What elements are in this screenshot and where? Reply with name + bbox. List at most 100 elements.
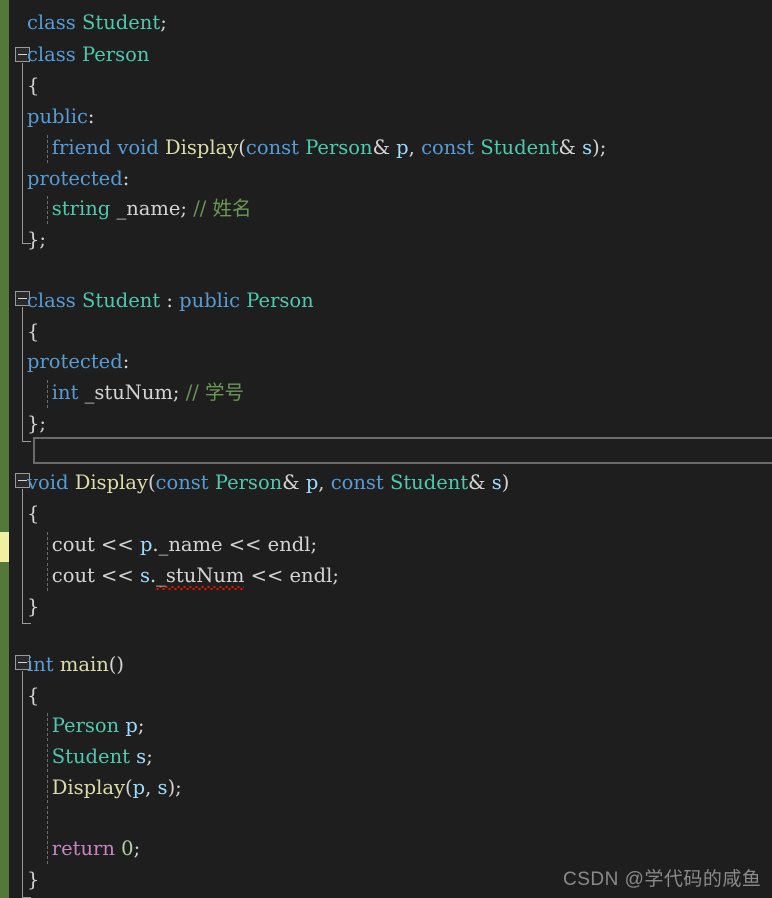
code-token: ( [147,471,156,494]
code-line[interactable]: Display(p, s); [0,773,772,804]
code-line[interactable]: void Display(const Person& p, const Stud… [0,468,772,499]
code-token: public [179,289,241,312]
code-token: Person [51,714,120,737]
code-line[interactable]: { [0,499,772,530]
code-token: Student [82,11,161,34]
code-token: protected [27,167,123,190]
code-token: << [94,564,140,587]
code-line[interactable]: string _name; // 姓名 [0,194,772,225]
code-token: Student [389,471,469,494]
empty-line-outline-box[interactable] [33,437,772,464]
code-token: << [244,564,290,587]
code-line[interactable]: }; [0,225,772,256]
code-line[interactable]: { [0,71,772,102]
code-token: : [122,350,130,373]
code-line[interactable]: int _stuNum; // 学号 [0,378,772,409]
code-token: }; [27,228,46,251]
code-token: ) [592,136,600,159]
code-token: ) [501,471,510,494]
code-token: int [51,381,79,404]
code-token: const [245,136,299,159]
code-token: () [108,653,124,676]
code-token: p [305,471,319,494]
code-token: } [27,595,40,618]
code-token: , [318,471,331,494]
code-token: } [27,868,40,891]
indent-guide [47,563,49,591]
indent-guide [47,806,49,834]
code-token: ; [172,381,186,404]
code-line[interactable]: protected: [0,347,772,378]
code-line[interactable]: cout << p._name << endl; [0,530,772,561]
code-token: s [582,136,593,159]
code-token: class [27,43,76,66]
code-line[interactable]: friend void Display(const Person& p, con… [0,133,772,164]
code-token: }; [27,412,46,435]
code-token: : [87,105,95,128]
code-token: friend [51,136,112,159]
indent-guide [47,713,49,741]
code-line[interactable]: protected: [0,164,772,195]
code-token: public [27,105,88,128]
code-token: { [27,74,40,97]
code-line[interactable]: Student s; [0,742,772,773]
code-token: ; [180,197,194,220]
code-line[interactable]: }; [0,409,772,440]
code-line[interactable]: } [0,592,772,623]
indent-guide [47,744,49,772]
code-token: Student [82,289,161,312]
code-editor-window[interactable]: class Student; class Person{public: frien… [0,0,772,898]
code-line[interactable]: Person p; [0,711,772,742]
code-token: _name [116,197,181,220]
code-token: const [330,471,384,494]
code-line[interactable]: int main() [0,650,772,681]
code-token: << [222,533,268,556]
code-token: ( [238,136,246,159]
code-token: _name [158,533,223,556]
code-token: Student [51,745,130,768]
indent-guide [47,836,49,864]
code-line[interactable]: cout << s._stuNum << endl; [0,561,772,592]
code-line[interactable] [0,804,772,835]
code-token: & [372,136,397,159]
code-token: Person [305,136,373,159]
code-token: s [139,564,150,587]
code-token: p [396,136,409,159]
code-line[interactable] [0,256,772,287]
code-token: { [27,502,40,525]
code-token: , [408,136,422,159]
code-token: ; [137,714,145,737]
code-token: ; [160,11,167,34]
code-token: ; [175,776,182,799]
code-line[interactable]: { [0,317,772,348]
code-token: ; [146,745,153,768]
code-token: const [421,136,475,159]
code-token: _stuNum [84,381,173,404]
code-token: p [139,533,153,556]
code-token: & [282,471,306,494]
code-token: main [59,653,109,676]
code-token: class [27,11,76,34]
code-token: ( [125,776,133,799]
code-token: Person [246,289,314,312]
code-line[interactable]: class Person [0,40,772,71]
code-token: ; [133,837,141,860]
code-token: { [27,684,40,707]
code-token: // 学号 [185,381,245,404]
code-token: Display [74,471,148,494]
code-token: : [122,167,130,190]
code-token: s [136,745,147,768]
code-token: endl [267,533,311,556]
code-line[interactable]: public: [0,102,772,133]
code-token: int [27,653,54,676]
code-line[interactable] [0,620,772,651]
code-token: ; [310,533,318,556]
code-token: protected [27,350,123,373]
code-token: // 姓名 [193,197,252,220]
code-line[interactable]: { [0,681,772,712]
code-line[interactable]: class Student : public Person [0,286,772,317]
code-line[interactable]: class Student; [0,8,772,39]
code-line[interactable]: return 0; [0,834,772,865]
code-token: { [27,320,40,343]
code-token: p [125,714,138,737]
